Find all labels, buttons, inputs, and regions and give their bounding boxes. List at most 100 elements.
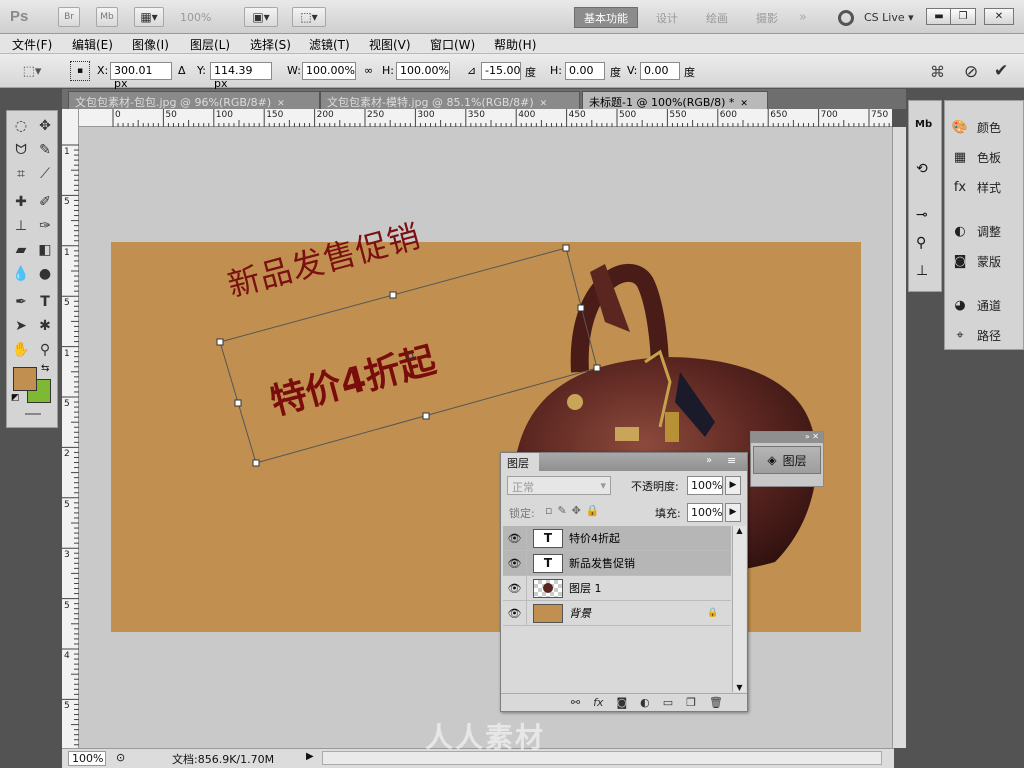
menu-image[interactable]: 图像(I) [132,36,169,53]
hand-tool-icon[interactable]: ✋ [10,339,32,361]
brushes-panel-icon[interactable]: ⚲ [916,235,926,251]
path-select-icon[interactable]: ➤ [10,315,32,337]
menu-filter[interactable]: 滤镜(T) [309,36,350,53]
zoom-level[interactable]: 100% [180,11,211,24]
link-icon[interactable]: ⚯ [571,696,580,709]
lasso-tool-icon[interactable]: ᗢ [10,139,32,161]
adjustment-icon[interactable]: ◐ [640,696,650,709]
fill-field[interactable]: 100% [687,503,723,522]
healing-tool-icon[interactable]: ✚ [10,191,32,213]
default-colors-icon[interactable]: ◩ [11,393,20,403]
bridge-button[interactable]: Br [58,7,80,27]
new-layer-icon[interactable]: ❐ [686,696,696,709]
transform-tool-icon[interactable]: ⬚▾ [20,62,44,80]
visibility-eye-icon[interactable]: 👁 [503,526,527,550]
history-brush-icon[interactable]: ✑ [34,215,56,237]
menu-edit[interactable]: 编辑(E) [72,36,113,53]
x-field[interactable]: 300.01 px [110,62,172,90]
transform-bounding-box[interactable] [200,230,620,480]
tab-bag-doc[interactable]: 文包包素材-包包.jpg @ 96%(RGB/8#) ✕ [68,91,320,109]
blur-tool-icon[interactable]: 💧 [10,263,32,285]
collapsed-panel-header[interactable]: » ✕ [751,432,823,443]
marquee-tool-icon[interactable]: ◌ [10,115,32,137]
menu-window[interactable]: 窗口(W) [430,36,475,53]
gradient-tool-icon[interactable]: ◧ [34,239,56,261]
quick-select-icon[interactable]: ✎ [34,139,56,161]
opacity-field[interactable]: 100% [687,476,723,495]
cslive-button[interactable]: CS Live ▾ [864,11,914,24]
mask-icon[interactable]: ◙ [616,696,627,709]
quick-mask-icon[interactable] [25,413,41,415]
dock-styles[interactable]: fx 样式 [949,175,1021,199]
opacity-slider-arrow[interactable]: ▶ [725,476,741,495]
close-tab-icon[interactable]: ✕ [277,99,285,109]
arrange-documents-button[interactable]: ▣▾ [244,7,278,27]
folder-icon[interactable]: ▭ [663,696,673,709]
dock-masks[interactable]: ◙ 蒙版 [949,249,1021,273]
hskew-field[interactable]: 0.00 [565,62,605,80]
layer-row-background[interactable]: 👁 背景 🔒 [503,601,731,626]
zoom-tool-icon[interactable]: ⚲ [34,339,56,361]
workspace-essentials[interactable]: 基本功能 [574,7,638,28]
visibility-eye-icon[interactable]: 👁 [503,601,527,625]
menu-help[interactable]: 帮助(H) [494,36,536,53]
clone-source-icon[interactable]: ⊥ [916,263,928,279]
menu-file[interactable]: 文件(F) [12,36,52,53]
link-icon[interactable]: ∞ [364,64,373,77]
dock-adjustments[interactable]: ◐ 调整 [949,219,1021,243]
fill-slider-arrow[interactable]: ▶ [725,503,741,522]
layers-panel-header[interactable]: 图层 » ≡ [501,453,747,471]
height-field[interactable]: 100.00% [396,62,450,80]
close-tab-icon[interactable]: ✕ [740,99,748,109]
foreground-color-swatch-top[interactable] [13,367,37,391]
status-menu-arrow[interactable]: ▶ [306,751,314,762]
layers-tab[interactable]: 图层 [501,453,539,471]
menu-view[interactable]: 视图(V) [369,36,411,53]
vskew-field[interactable]: 0.00 [640,62,680,80]
more-workspaces-button[interactable]: » [790,7,816,28]
commit-transform-icon[interactable]: ✔ [994,61,1008,81]
history-panel-icon[interactable]: ⟲ [916,161,928,177]
cancel-transform-icon[interactable]: ⊘ [964,62,978,82]
mini-bridge-panel-icon[interactable]: Mb [915,119,932,130]
menu-layer[interactable]: 图层(L) [190,36,230,53]
lock-icons[interactable]: ▫✎✥🔒 [545,504,605,517]
swap-colors-icon[interactable]: ⇆ [41,363,49,374]
dock-paths[interactable]: ⌖ 路径 [949,323,1021,347]
status-options-icon[interactable]: ⊙ [116,751,125,764]
tab-model-doc[interactable]: 文包包素材-模特.jpg @ 85.1%(RGB/8#) ✕ [320,91,580,109]
dodge-tool-icon[interactable]: ● [34,263,56,285]
move-tool-icon[interactable]: ✥ [34,115,56,137]
visibility-eye-icon[interactable]: 👁 [503,551,527,575]
scroll-down-icon[interactable]: ▼ [733,683,746,692]
minimize-button[interactable]: ▬ [926,8,952,25]
pen-tool-icon[interactable]: ✒ [10,291,32,313]
character-panel-icon[interactable]: ⊸ [916,207,928,223]
close-button[interactable]: ✕ [984,8,1014,25]
layers-scrollbar[interactable]: ▲ ▼ [732,526,746,692]
panel-menu-icon[interactable]: ≡ [727,454,736,467]
crop-tool-icon[interactable]: ⌗ [10,163,32,185]
maximize-button[interactable]: ❐ [950,8,976,25]
stamp-tool-icon[interactable]: ⊥ [10,215,32,237]
width-field[interactable]: 100.00% [302,62,356,80]
screen-mode-button[interactable]: ⬚▾ [292,7,326,27]
reference-point-icon[interactable]: ▪ [70,61,90,81]
visibility-eye-icon[interactable]: 👁 [503,576,527,600]
layer-row-layer1[interactable]: 👁 图层 1 [503,576,731,601]
vertical-scrollbar[interactable] [892,127,906,748]
eraser-tool-icon[interactable]: ▰ [10,239,32,261]
tab-untitled-doc[interactable]: 未标题-1 @ 100%(RGB/8) * ✕ [582,91,768,109]
layer-row-new-promo[interactable]: 👁 T 新品发售促销 [503,551,731,576]
dock-channels[interactable]: ◕ 通道 [949,293,1021,317]
scroll-up-icon[interactable]: ▲ [733,526,746,535]
workspace-painting[interactable]: 绘画 [695,7,739,28]
shape-tool-icon[interactable]: ✱ [34,315,56,337]
eyedropper-tool-icon[interactable]: ⟋ [34,163,56,185]
y-field[interactable]: 114.39 px [210,62,272,90]
trash-icon[interactable]: 🗑 [709,696,723,709]
status-zoom-field[interactable]: 100% [68,751,106,766]
view-extras-button[interactable]: ▦▾ [134,7,164,27]
mini-bridge-button[interactable]: Mb [96,7,118,27]
menu-select[interactable]: 选择(S) [250,36,291,53]
